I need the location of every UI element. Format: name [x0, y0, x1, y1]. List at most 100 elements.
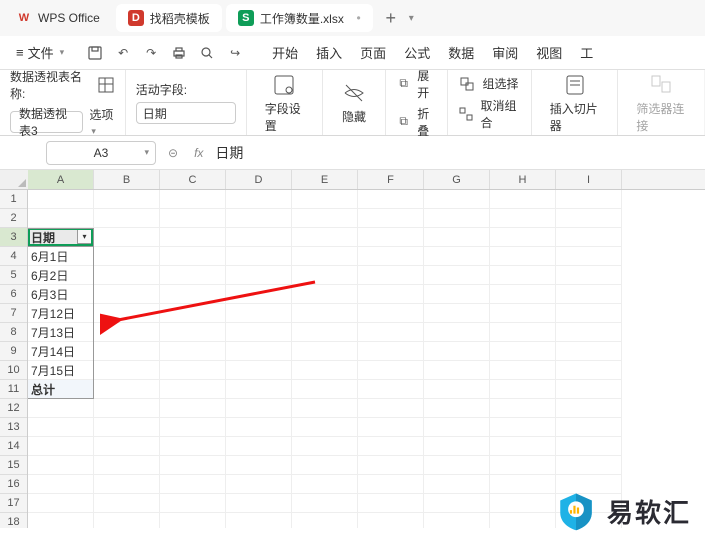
- row-header-6[interactable]: 6: [0, 285, 27, 304]
- row-header-7[interactable]: 7: [0, 304, 27, 323]
- cell[interactable]: [160, 361, 226, 380]
- row-header-16[interactable]: 16: [0, 475, 27, 494]
- cell[interactable]: [94, 418, 160, 437]
- cell[interactable]: [160, 513, 226, 528]
- cell[interactable]: [556, 285, 622, 304]
- col-header-B[interactable]: B: [94, 170, 160, 189]
- cell[interactable]: [358, 456, 424, 475]
- col-header-G[interactable]: G: [424, 170, 490, 189]
- row-header-8[interactable]: 8: [0, 323, 27, 342]
- cell[interactable]: [160, 456, 226, 475]
- cell[interactable]: [226, 456, 292, 475]
- cell[interactable]: [28, 513, 94, 528]
- menu-review[interactable]: 审阅: [492, 43, 518, 62]
- cell[interactable]: [424, 437, 490, 456]
- cell[interactable]: [424, 456, 490, 475]
- tab-workbook[interactable]: S 工作簿数量.xlsx •: [226, 4, 373, 32]
- cell[interactable]: [226, 190, 292, 209]
- cell[interactable]: [292, 247, 358, 266]
- cell[interactable]: [160, 228, 226, 247]
- col-header-A[interactable]: A: [28, 170, 94, 189]
- cell[interactable]: [424, 228, 490, 247]
- cell[interactable]: [556, 266, 622, 285]
- fx-label[interactable]: fx: [194, 146, 203, 160]
- filter-connection-button[interactable]: 筛选器连接: [628, 68, 694, 138]
- col-header-C[interactable]: C: [160, 170, 226, 189]
- cell[interactable]: [94, 304, 160, 323]
- cell[interactable]: [556, 342, 622, 361]
- row-header-18[interactable]: 18: [0, 513, 27, 528]
- cell[interactable]: [292, 399, 358, 418]
- cell[interactable]: [358, 209, 424, 228]
- slicer-button[interactable]: 插入切片器: [542, 68, 608, 138]
- cell[interactable]: [358, 361, 424, 380]
- undo-icon[interactable]: ↶: [114, 44, 132, 62]
- cell[interactable]: [424, 342, 490, 361]
- row-header-14[interactable]: 14: [0, 437, 27, 456]
- cell[interactable]: [490, 266, 556, 285]
- cell[interactable]: [556, 361, 622, 380]
- cell[interactable]: [160, 190, 226, 209]
- cell[interactable]: [424, 247, 490, 266]
- col-header-E[interactable]: E: [292, 170, 358, 189]
- cell[interactable]: [94, 342, 160, 361]
- cell[interactable]: [424, 323, 490, 342]
- pivot-filter-dropdown[interactable]: ▾: [77, 229, 92, 244]
- cell[interactable]: [490, 513, 556, 528]
- cell[interactable]: [94, 437, 160, 456]
- field-settings-button[interactable]: 字段设置: [257, 68, 312, 138]
- cell[interactable]: [226, 475, 292, 494]
- cell[interactable]: [292, 228, 358, 247]
- cell[interactable]: [94, 247, 160, 266]
- save-icon[interactable]: [86, 44, 104, 62]
- cell[interactable]: [490, 190, 556, 209]
- cell[interactable]: [358, 418, 424, 437]
- cell[interactable]: [160, 399, 226, 418]
- zoom-icon[interactable]: ⊝: [168, 146, 178, 160]
- cell[interactable]: 6月2日: [28, 266, 94, 285]
- cell[interactable]: [292, 266, 358, 285]
- expand-button[interactable]: ⧉展开: [396, 67, 437, 101]
- cell[interactable]: [160, 285, 226, 304]
- tab-template[interactable]: D 找稻壳模板: [116, 4, 222, 32]
- cell[interactable]: [160, 380, 226, 399]
- name-box[interactable]: A3: [46, 141, 156, 165]
- cell[interactable]: 6月1日: [28, 247, 94, 266]
- cell[interactable]: [490, 247, 556, 266]
- cell[interactable]: [160, 323, 226, 342]
- cell[interactable]: [490, 494, 556, 513]
- cell[interactable]: [292, 418, 358, 437]
- group-select-button[interactable]: 组选择: [458, 75, 520, 93]
- cell[interactable]: [556, 437, 622, 456]
- row-header-9[interactable]: 9: [0, 342, 27, 361]
- cell[interactable]: [292, 494, 358, 513]
- row-header-5[interactable]: 5: [0, 266, 27, 285]
- row-header-10[interactable]: 10: [0, 361, 27, 380]
- cell[interactable]: [292, 209, 358, 228]
- row-header-15[interactable]: 15: [0, 456, 27, 475]
- pivot-grid-icon[interactable]: [97, 76, 115, 94]
- options-button[interactable]: 选项▾: [89, 106, 114, 137]
- cell[interactable]: [226, 304, 292, 323]
- menu-data[interactable]: 数据: [448, 43, 474, 62]
- cell[interactable]: [490, 380, 556, 399]
- cell[interactable]: [358, 190, 424, 209]
- cell[interactable]: [94, 209, 160, 228]
- cell[interactable]: [94, 190, 160, 209]
- cell[interactable]: [28, 190, 94, 209]
- cell[interactable]: [226, 209, 292, 228]
- cell[interactable]: [358, 513, 424, 528]
- row-header-13[interactable]: 13: [0, 418, 27, 437]
- cell[interactable]: [424, 190, 490, 209]
- cell[interactable]: [292, 475, 358, 494]
- cell[interactable]: [424, 418, 490, 437]
- cell[interactable]: [424, 399, 490, 418]
- cell[interactable]: [28, 456, 94, 475]
- menu-formula[interactable]: 公式: [404, 43, 430, 62]
- cell[interactable]: [226, 380, 292, 399]
- cell[interactable]: [160, 494, 226, 513]
- row-header-1[interactable]: 1: [0, 190, 27, 209]
- cell[interactable]: [556, 380, 622, 399]
- cell[interactable]: [358, 304, 424, 323]
- cell[interactable]: [490, 285, 556, 304]
